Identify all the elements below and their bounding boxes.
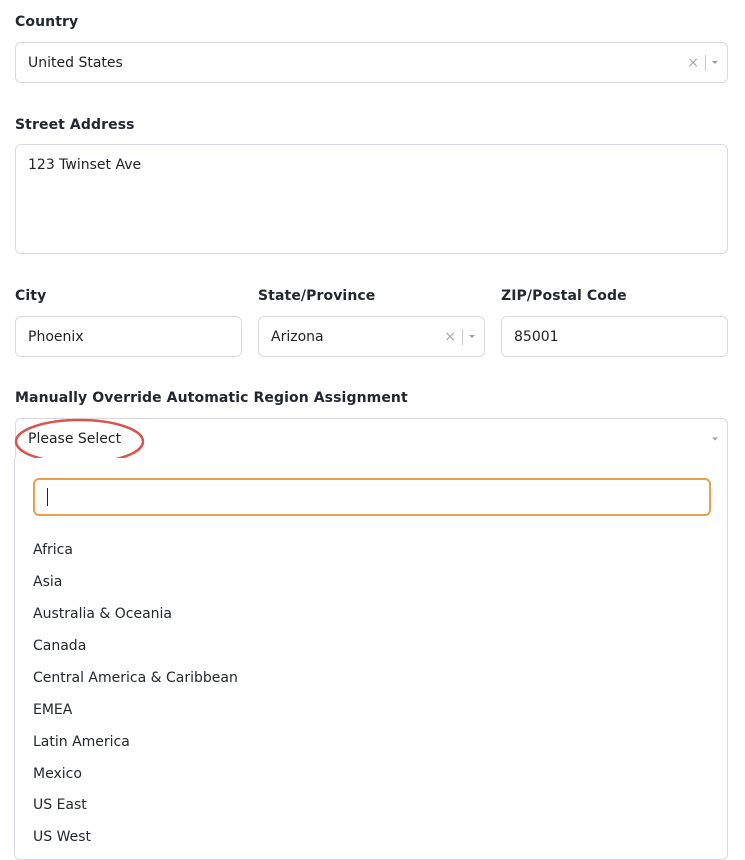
region-select[interactable]: Please Select <box>15 418 728 459</box>
region-option[interactable]: Latin America <box>33 734 130 750</box>
region-option[interactable]: Australia & Oceania <box>33 606 172 622</box>
state-value: Arizona <box>271 328 324 345</box>
city-value: Phoenix <box>28 328 84 345</box>
region-option[interactable]: Africa <box>33 542 73 558</box>
country-value: United States <box>28 54 123 71</box>
region-dropdown: Africa Asia Australia & Oceania Canada Centr… <box>14 458 728 860</box>
separator <box>462 328 463 345</box>
country-label: Country <box>15 14 79 30</box>
street-address-field[interactable] <box>15 144 728 254</box>
region-option[interactable]: EMEA <box>33 702 72 718</box>
city-field[interactable]: Phoenix <box>15 316 242 357</box>
region-option[interactable]: Mexico <box>33 766 82 782</box>
city-label: City <box>15 288 47 304</box>
chevron-down-icon[interactable] <box>469 335 475 338</box>
state-label: State/Province <box>258 288 376 304</box>
zip-value: 85001 <box>514 328 559 345</box>
region-option[interactable]: US East <box>33 797 87 813</box>
text-cursor <box>47 488 48 506</box>
region-option[interactable]: US West <box>33 829 91 845</box>
region-option[interactable]: Asia <box>33 574 62 590</box>
chevron-down-icon[interactable] <box>712 61 718 64</box>
close-icon[interactable]: × <box>687 56 699 70</box>
region-placeholder: Please Select <box>28 430 122 447</box>
region-search-input[interactable] <box>35 480 709 514</box>
separator <box>705 54 706 71</box>
region-override-label: Manually Override Automatic Region Assig… <box>15 390 408 406</box>
region-search-box[interactable] <box>33 478 711 516</box>
region-option[interactable]: Canada <box>33 638 86 654</box>
state-select[interactable]: Arizona × <box>258 316 485 357</box>
country-select[interactable]: United States × <box>15 42 728 83</box>
street-address-label: Street Address <box>15 117 135 133</box>
chevron-down-icon[interactable] <box>712 437 718 440</box>
zip-label: ZIP/Postal Code <box>501 288 627 304</box>
close-icon[interactable]: × <box>444 330 456 344</box>
zip-field[interactable]: 85001 <box>501 316 728 357</box>
region-option[interactable]: Central America & Caribbean <box>33 670 238 686</box>
